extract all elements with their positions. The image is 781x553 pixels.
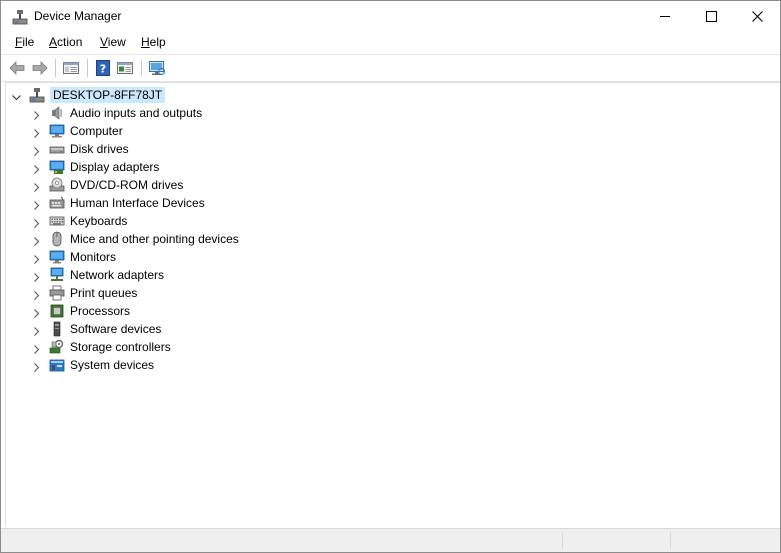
tree-item-label[interactable]: Display adapters	[70, 160, 159, 174]
tree-item-label[interactable]: Software devices	[70, 322, 161, 336]
chevron-right-icon[interactable]	[32, 181, 41, 192]
system-devices-icon	[49, 357, 65, 373]
status-divider	[562, 532, 563, 549]
menu-bar: File Action View Help	[1, 32, 780, 54]
device-manager-app-icon	[12, 9, 28, 25]
back-arrow-icon[interactable]	[8, 59, 26, 77]
tree-item-disk-drive[interactable]: Disk drives	[32, 140, 129, 158]
title-bar[interactable]: Device Manager	[1, 1, 780, 32]
tree-item-label[interactable]: Monitors	[70, 250, 116, 264]
tree-item-display-adapter[interactable]: Display adapters	[32, 158, 159, 176]
tree-item-processor[interactable]: Processors	[32, 302, 130, 320]
tree-item-system-devices[interactable]: System devices	[32, 356, 154, 374]
status-bar	[1, 528, 780, 552]
maximize-button[interactable]	[688, 1, 734, 32]
properties-icon[interactable]	[116, 59, 134, 77]
chevron-right-icon[interactable]	[32, 145, 41, 156]
speaker-icon	[49, 105, 65, 121]
window-title: Device Manager	[34, 9, 122, 23]
disk-drive-icon	[49, 141, 65, 157]
tree-item-monitor[interactable]: Monitors	[32, 248, 116, 266]
chevron-right-icon[interactable]	[32, 325, 41, 336]
status-divider	[670, 532, 671, 549]
close-button[interactable]	[734, 1, 780, 32]
menu-action[interactable]: Action	[48, 35, 83, 49]
chevron-right-icon[interactable]	[32, 343, 41, 354]
device-tree[interactable]: DESKTOP-8FF78JT Audio inputs and outputs…	[5, 82, 780, 527]
tree-item-label[interactable]: Print queues	[70, 286, 137, 300]
tree-item-label[interactable]: Keyboards	[70, 214, 127, 228]
menu-file[interactable]: File	[14, 35, 35, 49]
chevron-right-icon[interactable]	[32, 235, 41, 246]
chevron-right-icon[interactable]	[32, 253, 41, 264]
printer-icon	[49, 285, 65, 301]
toolbar: ?	[1, 54, 780, 82]
chevron-right-icon[interactable]	[32, 127, 41, 138]
tree-item-keyboard[interactable]: Keyboards	[32, 212, 127, 230]
tree-item-label[interactable]: Storage controllers	[70, 340, 171, 354]
menu-view[interactable]: View	[99, 35, 127, 49]
tree-item-speaker[interactable]: Audio inputs and outputs	[32, 104, 202, 122]
monitor-icon	[49, 249, 65, 265]
tree-item-label[interactable]: Human Interface Devices	[70, 196, 205, 210]
toolbar-separator	[87, 59, 88, 77]
minimize-button[interactable]	[642, 1, 688, 32]
storage-controller-icon	[49, 339, 65, 355]
tree-item-network-adapter[interactable]: Network adapters	[32, 266, 164, 284]
processor-icon	[49, 303, 65, 319]
tree-item-label[interactable]: Disk drives	[70, 142, 129, 156]
tree-item-software-device[interactable]: Software devices	[32, 320, 161, 338]
device-manager-window: Device Manager File Action View Help ? D…	[0, 0, 781, 553]
toolbar-separator	[141, 59, 142, 77]
root-computer-name[interactable]: DESKTOP-8FF78JT	[50, 87, 166, 103]
show-hide-console-tree-icon[interactable]	[62, 59, 80, 77]
tree-item-label[interactable]: Mice and other pointing devices	[70, 232, 239, 246]
chevron-right-icon[interactable]	[32, 109, 41, 120]
mouse-icon	[49, 231, 65, 247]
computer-root-icon	[29, 87, 45, 103]
chevron-right-icon[interactable]	[32, 163, 41, 174]
chevron-right-icon[interactable]	[32, 217, 41, 228]
minimize-icon	[659, 16, 670, 17]
forward-arrow-icon[interactable]	[31, 59, 49, 77]
display-adapter-icon	[49, 159, 65, 175]
close-icon	[751, 11, 763, 22]
hid-icon	[49, 195, 65, 211]
keyboard-icon	[49, 213, 65, 229]
maximize-icon	[705, 11, 717, 22]
tree-item-computer[interactable]: Computer	[32, 122, 123, 140]
help-icon[interactable]: ?	[94, 59, 112, 77]
chevron-right-icon[interactable]	[32, 289, 41, 300]
software-device-icon	[49, 321, 65, 337]
tree-item-dvd-drive[interactable]: DVD/CD-ROM drives	[32, 176, 183, 194]
chevron-right-icon[interactable]	[32, 361, 41, 372]
tree-item-label[interactable]: Network adapters	[70, 268, 164, 282]
tree-item-printer[interactable]: Print queues	[32, 284, 137, 302]
toolbar-separator	[55, 59, 56, 77]
tree-item-mouse[interactable]: Mice and other pointing devices	[32, 230, 239, 248]
tree-item-label[interactable]: Audio inputs and outputs	[70, 106, 202, 120]
tree-item-label[interactable]: Computer	[70, 124, 123, 138]
tree-item-label[interactable]: DVD/CD-ROM drives	[70, 178, 183, 192]
svg-text:?: ?	[100, 63, 106, 76]
network-adapter-icon	[49, 267, 65, 283]
menu-help[interactable]: Help	[140, 35, 167, 49]
chevron-right-icon[interactable]	[32, 271, 41, 282]
chevron-right-icon[interactable]	[32, 199, 41, 210]
chevron-down-icon[interactable]	[12, 91, 21, 100]
computer-icon	[49, 123, 65, 139]
tree-item-label[interactable]: System devices	[70, 358, 154, 372]
scan-hardware-icon[interactable]	[148, 59, 166, 77]
tree-item-label[interactable]: Processors	[70, 304, 130, 318]
chevron-right-icon[interactable]	[32, 307, 41, 318]
dvd-drive-icon	[49, 177, 65, 193]
tree-root[interactable]: DESKTOP-8FF78JT	[12, 86, 166, 104]
tree-item-storage-controller[interactable]: Storage controllers	[32, 338, 171, 356]
tree-item-hid[interactable]: Human Interface Devices	[32, 194, 205, 212]
